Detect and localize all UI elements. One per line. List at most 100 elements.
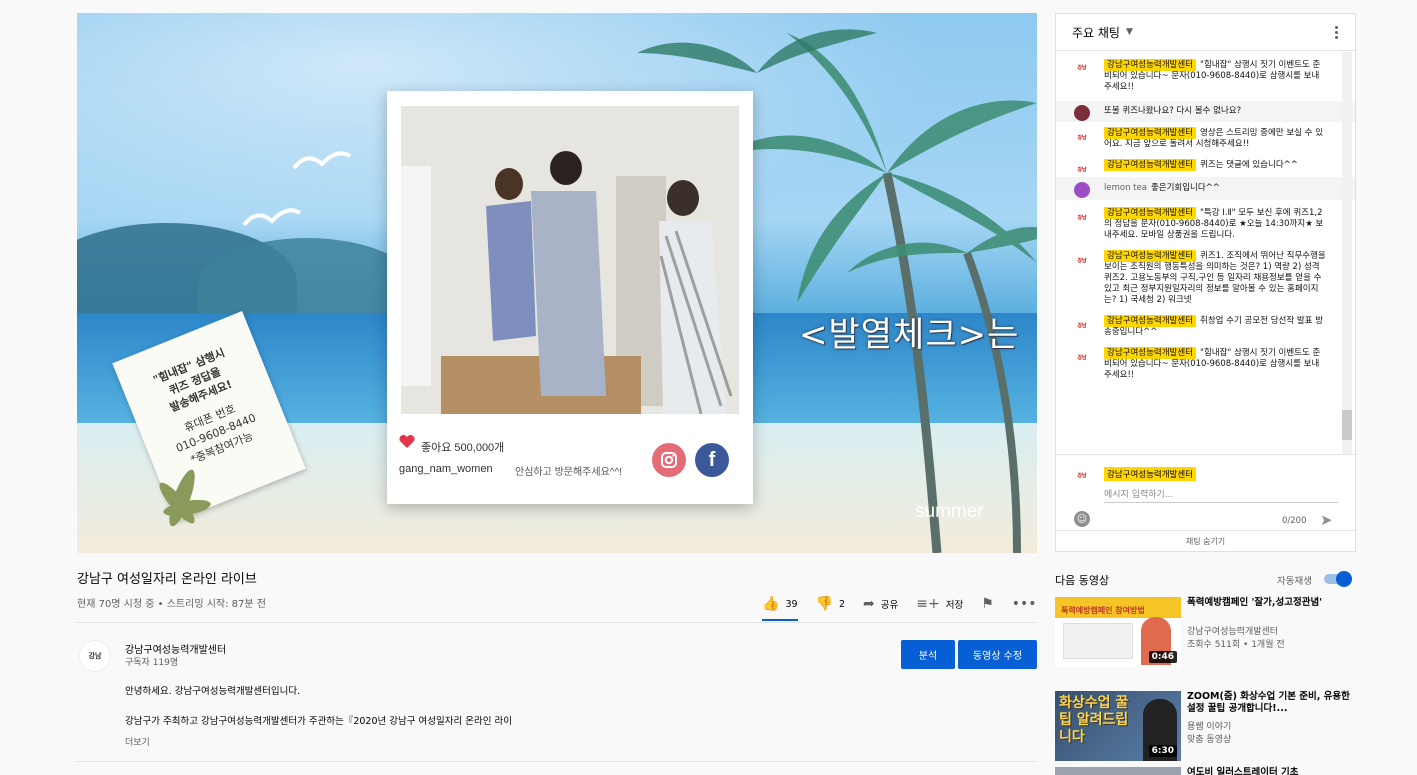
autoplay-label: 자동재생: [1277, 576, 1312, 587]
chat-author[interactable]: 강남구여성능력개발센터: [1104, 315, 1197, 327]
channel-avatar: 강남: [1074, 210, 1090, 226]
frame-message: 안심하고 방문해주세요^^!: [515, 467, 622, 478]
report-button[interactable]: ⚑: [981, 596, 994, 612]
chat-text: 또볼 퀴즈나왔나요? 다시 볼수 없나요?: [1104, 106, 1242, 116]
share-icon: ➦: [863, 596, 875, 612]
user-avatar: [1074, 105, 1090, 121]
save-button[interactable]: ≡+ 저장: [916, 596, 963, 612]
chat-text: 좋은기회입니다^^: [1150, 183, 1220, 193]
chat-author[interactable]: 강남구여성능력개발센터: [1104, 159, 1197, 171]
emoji-icon[interactable]: ☺: [1074, 511, 1090, 527]
show-more-link[interactable]: 더보기: [125, 735, 150, 748]
recommended-video[interactable]: 폭력예방캠페인 참여방법 0:46 폭력예방캠페인 '잘가,성고정관념' 강남구…: [1055, 597, 1357, 667]
overlay-caption: <발열체크>는: [799, 315, 1020, 355]
scrollbar-thumb[interactable]: [1342, 410, 1352, 440]
divider: [77, 622, 1037, 623]
channel-avatar: 강남: [1074, 130, 1090, 146]
leaf-decoration-icon: [159, 469, 211, 527]
facebook-icon: f: [695, 443, 729, 477]
seagull-icon: [242, 208, 302, 227]
chat-author[interactable]: 강남구여성능력개발센터: [1104, 127, 1197, 139]
chat-message: 강남 강남구여성능력개발센터 영상은 스트리밍 중에만 보실 수 있어요. 지금 …: [1056, 126, 1355, 152]
like-button[interactable]: 👍 39: [762, 587, 798, 621]
live-chat-panel: 주요 채팅 ▼ 강남 강남구여성능력개발센터 "힘내잡" 삼행시 짓기 이벤트도 …: [1055, 13, 1356, 552]
description-line: 안녕하세요. 강남구여성능력개발센터입니다.: [125, 686, 301, 697]
save-label: 저장: [945, 600, 964, 611]
chevron-down-icon[interactable]: ▼: [1126, 27, 1133, 37]
hide-chat-button[interactable]: 채팅 숨기기: [1056, 530, 1355, 552]
user-avatar: [1074, 182, 1090, 198]
chat-mode-dropdown[interactable]: 주요 채팅: [1072, 24, 1120, 41]
thumbs-down-icon: 👎: [815, 596, 833, 612]
video-thumbnail[interactable]: 화상수업 꿀팁 알려드립니다 6:30: [1055, 691, 1181, 761]
channel-name[interactable]: 강남구여성능력개발센터: [1187, 624, 1278, 637]
chat-message: 강남 강남구여성능력개발센터 퀴즈1. 조직에서 뛰어난 직무수행을 보이는 조직…: [1056, 249, 1355, 308]
video-title: 강남구 여성일자리 온라인 라이브: [77, 572, 257, 587]
channel-avatar: 강남: [1074, 318, 1090, 334]
more-actions-button[interactable]: •••: [1012, 596, 1037, 612]
subscriber-count: 구독자 119명: [125, 658, 179, 668]
chat-message: 강남 강남구여성능력개발센터 퀴즈는 댓글에 있습니다^^: [1056, 158, 1355, 178]
thumbnail-card: [1063, 623, 1133, 659]
instagram-username: gang_nam_women: [399, 463, 493, 475]
description-line: 강남구가 주최하고 강남구여성능력개발센터가 주관하는『2020년 강남구 여성…: [125, 716, 512, 727]
recommended-video[interactable]: 화상수업 꿀팁 알려드립니다 6:30 ZOOM(줌) 화상수업 기본 준비, …: [1055, 691, 1357, 761]
send-icon[interactable]: ➤: [1320, 511, 1338, 529]
more-horizontal-icon: •••: [1011, 596, 1037, 612]
view-count: 현재 70명 시청 중 • 스트리밍 시작: 87분 전: [77, 599, 266, 610]
video-title[interactable]: 폭력예방캠페인 '잘가,성고정관념': [1187, 597, 1352, 609]
thumbnail-text: 화상수업 꿀팁 알려드립니다: [1059, 695, 1129, 745]
chat-header: 주요 채팅 ▼: [1056, 14, 1355, 51]
video-title[interactable]: ZOOM(줌) 화상수업 기본 준비, 유용한 설정 꿀팁 공개합니다!...: [1187, 691, 1352, 715]
chat-message: 강남 강남구여성능력개발센터 "특강 Ⅰ.Ⅱ" 모두 보신 후에 퀴즈1,2의 정…: [1056, 206, 1355, 243]
chat-author[interactable]: 강남구여성능력개발센터: [1104, 59, 1197, 71]
analytics-button[interactable]: 분석: [901, 640, 955, 669]
chat-author[interactable]: 강남구여성능력개발센터: [1104, 347, 1197, 359]
page: "힘내잡" 삼행시 퀴즈 정답을 발송해주세요! 휴대폰 번호 010-9608…: [0, 0, 1417, 775]
divider: [77, 761, 1037, 762]
chat-message: 또볼 퀴즈나왔나요? 다시 볼수 없나요?: [1056, 101, 1355, 122]
instagram-frame: 좋아요 500,000개 gang_nam_women 안심하고 방문해주세요^…: [387, 91, 753, 504]
dislike-count: 2: [838, 598, 846, 610]
thumbnail-text: 폭력예방캠페인 참여방법: [1061, 606, 1145, 615]
channel-avatar: 강남: [1077, 472, 1087, 479]
share-button[interactable]: ➦ 공유: [863, 596, 898, 612]
char-counter: 0/200: [1282, 516, 1307, 526]
heart-icon: [399, 435, 415, 448]
chat-message-list[interactable]: 강남 강남구여성능력개발센터 "힘내잡" 삼행시 짓기 이벤트도 준비되어 있습니…: [1056, 52, 1355, 454]
share-label: 공유: [880, 600, 899, 611]
edit-video-button[interactable]: 동영상 수정: [958, 640, 1037, 669]
chat-input-area: 강남 강남구여성능력개발센터 메시지 입력하기... ☺ 0/200 ➤: [1056, 454, 1355, 530]
up-next-heading: 다음 동영상: [1055, 574, 1110, 587]
likes-count-text: 좋아요 500,000개: [421, 442, 505, 454]
chat-message: 강남 강남구여성능력개발센터 취창업 수기 공모전 당선작 발표 방송중입니다^^: [1056, 314, 1355, 340]
channel-name[interactable]: 용쌤 이야기: [1187, 719, 1231, 732]
summer-watermark: summer: [915, 501, 984, 522]
more-options-icon[interactable]: [1335, 25, 1339, 39]
dislike-button[interactable]: 👎 2: [816, 596, 845, 612]
chat-message: 강남 강남구여성능력개발센터 "힘내잡" 삼행시 짓기 이벤트도 준비되어 있습니…: [1056, 52, 1355, 95]
recommended-video[interactable]: 여도비 일러스트레이터 기초: [1055, 767, 1357, 775]
video-thumbnail[interactable]: [1055, 767, 1181, 775]
video-player[interactable]: "힘내잡" 삼행시 퀴즈 정답을 발송해주세요! 휴대폰 번호 010-9608…: [77, 13, 1037, 553]
action-bar: 👍 39 👎 2 ➦ 공유 ≡+ 저장 ⚑ •••: [762, 587, 1055, 621]
playlist-add-icon: ≡+: [916, 596, 940, 612]
chat-author[interactable]: 강남구여성능력개발센터: [1104, 250, 1197, 262]
channel-name[interactable]: 강남구여성능력개발센터: [125, 641, 226, 656]
video-thumbnail[interactable]: 폭력예방캠페인 참여방법 0:46: [1055, 597, 1181, 667]
video-title[interactable]: 여도비 일러스트레이터 기초: [1187, 767, 1352, 775]
channel-avatar[interactable]: 강남: [79, 640, 111, 672]
chat-message: lemon tea 좋은기회입니다^^: [1056, 177, 1355, 200]
video-meta: 맞춤 동영상: [1187, 735, 1232, 745]
instagram-icon: [652, 443, 686, 477]
chat-author[interactable]: lemon tea: [1104, 183, 1147, 193]
toggle-knob: [1336, 571, 1352, 587]
chat-scrollbar[interactable]: [1342, 52, 1352, 454]
seagull-icon: [292, 151, 352, 170]
temperature-check-photo: [401, 106, 739, 414]
chat-author[interactable]: 강남구여성능력개발센터: [1104, 207, 1197, 219]
message-input[interactable]: 메시지 입력하기...: [1104, 485, 1338, 503]
thumbs-up-icon: 👍: [762, 596, 780, 612]
chat-message: 강남 강남구여성능력개발센터 "힘내잡" 삼행시 짓기 이벤트도 준비되어 있습니…: [1056, 346, 1355, 383]
autoplay-toggle[interactable]: [1324, 571, 1352, 587]
